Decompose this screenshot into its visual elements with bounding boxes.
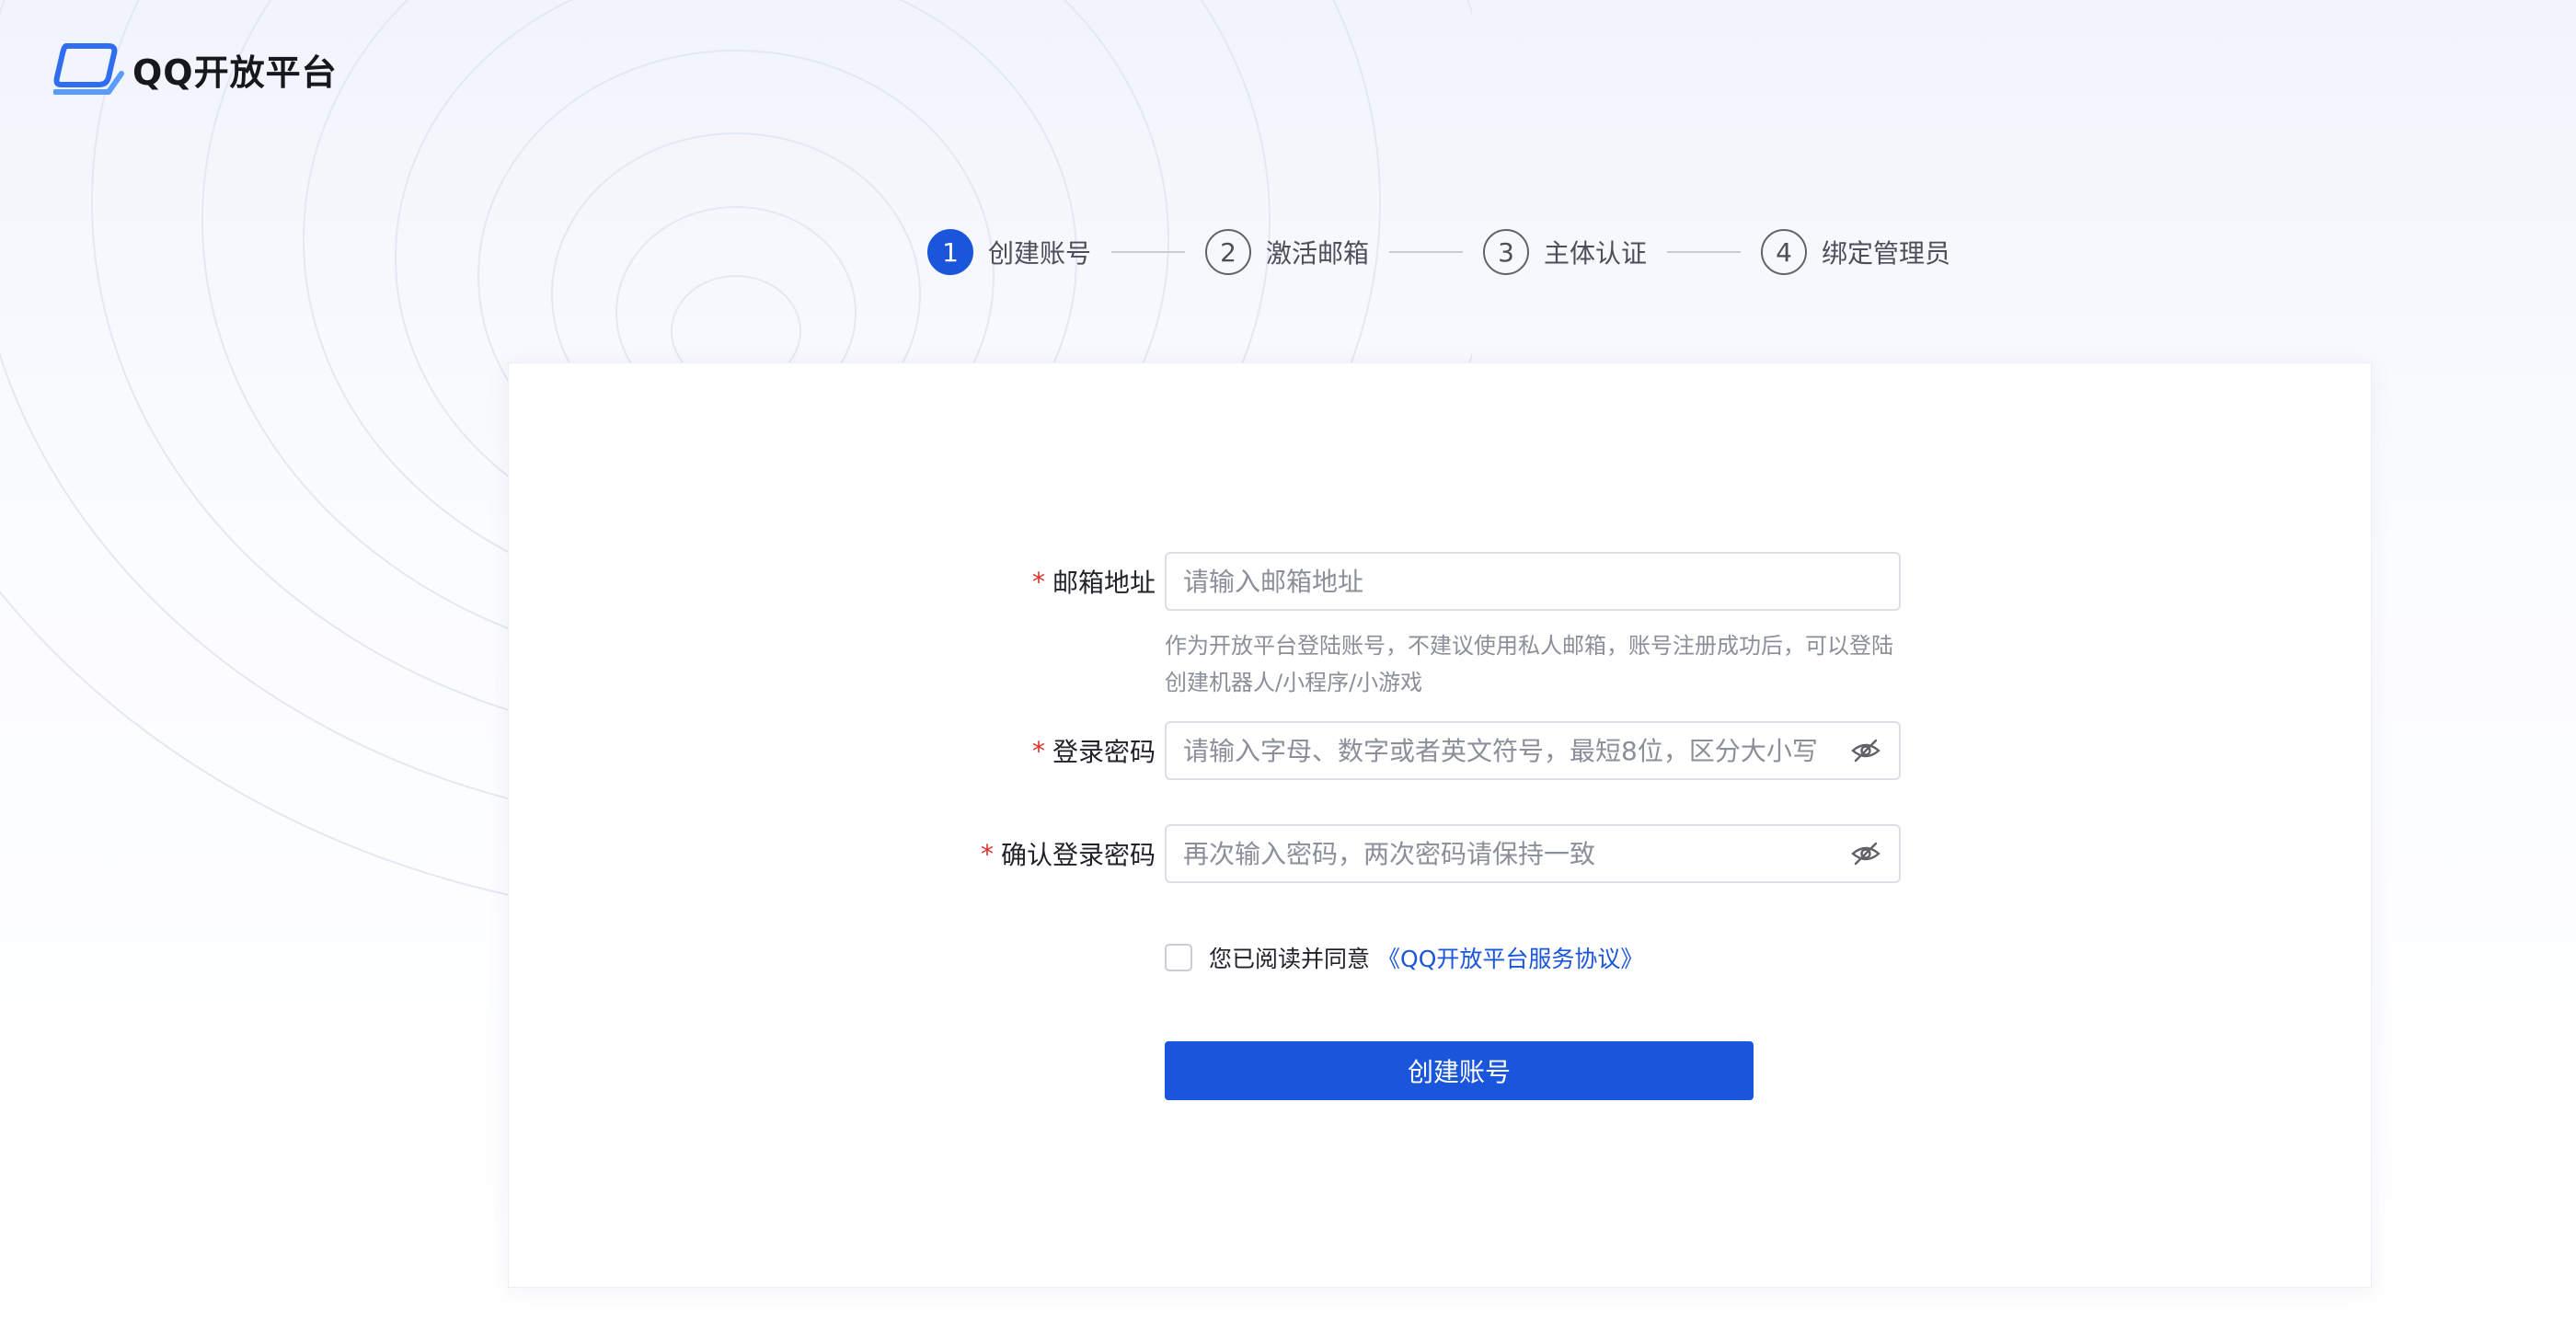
- registration-steps: 1 创建账号 2 激活邮箱 3 主体认证 4 绑定管理员: [927, 226, 1950, 278]
- step-bind-admin: 4 绑定管理员: [1761, 229, 1950, 275]
- eye-off-icon[interactable]: [1849, 734, 1882, 767]
- confirm-password-label-text: 确认登录密码: [1000, 840, 1156, 870]
- step-divider: [1389, 251, 1464, 253]
- step-number: 3: [1483, 229, 1530, 275]
- step-divider: [1111, 251, 1186, 253]
- step-label: 主体认证: [1544, 238, 1648, 269]
- create-account-button[interactable]: 创建账号: [1165, 1041, 1754, 1100]
- required-mark: *: [980, 838, 994, 869]
- email-label: * 邮箱地址: [1032, 552, 1156, 611]
- step-number: 4: [1761, 229, 1808, 275]
- password-input-box: [1165, 721, 1901, 780]
- agreement-row: 您已阅读并同意 《QQ开放平台服务协议》: [1165, 942, 1643, 973]
- email-label-text: 邮箱地址: [1052, 568, 1156, 598]
- password-input[interactable]: [1167, 723, 1849, 778]
- password-label-text: 登录密码: [1052, 737, 1156, 767]
- qq-open-platform-logo-icon: [53, 43, 124, 95]
- brand-name: QQ开放平台: [132, 52, 338, 93]
- email-input[interactable]: [1167, 554, 1899, 609]
- step-number: 1: [927, 229, 973, 275]
- email-input-box: [1165, 552, 1901, 611]
- eye-off-icon[interactable]: [1849, 837, 1882, 870]
- step-number: 2: [1205, 229, 1252, 275]
- step-label: 创建账号: [988, 238, 1092, 269]
- step-activate-email: 2 激活邮箱: [1205, 229, 1369, 275]
- service-agreement-link[interactable]: 《QQ开放平台服务协议》: [1377, 941, 1643, 974]
- password-label: * 登录密码: [1032, 721, 1156, 780]
- step-label: 激活邮箱: [1266, 238, 1370, 269]
- agreement-text: 您已阅读并同意: [1209, 946, 1371, 972]
- agreement-checkbox[interactable]: [1165, 944, 1192, 971]
- required-mark: *: [1031, 566, 1045, 597]
- step-divider: [1667, 251, 1742, 253]
- step-label: 绑定管理员: [1822, 238, 1951, 269]
- step-create-account: 1 创建账号: [927, 229, 1091, 275]
- page: QQ开放平台 1 创建账号 2 激活邮箱 3 主体认证 4 绑定管理员 * 邮箱…: [0, 0, 2576, 1343]
- confirm-password-input-box: [1165, 824, 1901, 883]
- email-hint: 作为开放平台登陆账号，不建议使用私人邮箱，账号注册成功后，可以登陆创建机器人/小…: [1165, 633, 1893, 695]
- confirm-password-input[interactable]: [1167, 826, 1849, 881]
- confirm-password-label: * 确认登录密码: [981, 824, 1156, 883]
- step-entity-verification: 3 主体认证: [1483, 229, 1647, 275]
- brand-logo[interactable]: QQ开放平台: [53, 37, 338, 101]
- required-mark: *: [1031, 735, 1045, 766]
